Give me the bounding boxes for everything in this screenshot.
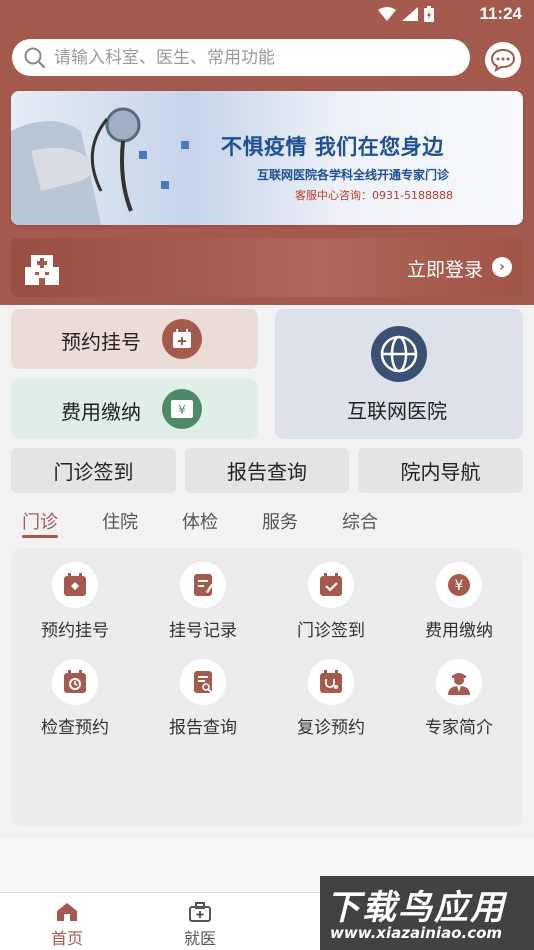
fee-card-label: 费用缴纳 xyxy=(61,400,141,424)
grid-label: 门诊签到 xyxy=(297,621,365,641)
stethoscope-calendar-icon xyxy=(308,659,354,705)
doctor-icon xyxy=(436,659,482,705)
tab-inpatient[interactable]: 住院 xyxy=(102,508,138,534)
tab-general[interactable]: 综合 xyxy=(342,508,378,534)
banner-title: 不惧疫情 我们在您身边 xyxy=(221,135,444,159)
banner-subtitle: 互联网医院各学科全线开通专家门诊 xyxy=(257,168,450,182)
signal-icon xyxy=(402,7,418,21)
yuan-card-icon: ¥ xyxy=(162,389,202,429)
yuan-icon: ¥ xyxy=(436,562,482,608)
nav-home-label: 首页 xyxy=(50,929,83,948)
tab-checkup[interactable]: 体检 xyxy=(182,508,218,534)
svg-text:¥: ¥ xyxy=(178,403,186,417)
grid-item-followup[interactable]: 复诊预约 xyxy=(267,659,395,738)
tab-service[interactable]: 服务 xyxy=(262,508,298,534)
chat-bubble-icon xyxy=(490,48,516,72)
svg-text:¥: ¥ xyxy=(455,578,464,594)
grid-label: 检查预约 xyxy=(41,718,109,738)
internet-hospital-label: 互联网医院 xyxy=(347,399,447,423)
appointment-card[interactable]: 预约挂号 xyxy=(11,309,258,369)
globe-icon xyxy=(371,326,427,382)
message-button[interactable] xyxy=(485,42,521,78)
internet-hospital-card[interactable]: 互联网医院 xyxy=(275,309,523,439)
grid-item-experts[interactable]: 专家简介 xyxy=(395,659,523,738)
appointment-card-label: 预约挂号 xyxy=(61,330,141,354)
hospital-building-icon xyxy=(25,255,59,285)
banner-hotline: 客服中心咨询：0931-5188888 xyxy=(295,189,453,202)
nav-medical[interactable]: 就医 xyxy=(160,899,240,949)
watermark-url: www.xiazainiao.com xyxy=(330,924,503,942)
fee-payment-card[interactable]: 费用缴纳 ¥ xyxy=(11,379,258,439)
quick-report-button[interactable]: 报告查询 xyxy=(185,448,349,493)
grid-item-registration-records[interactable]: 挂号记录 xyxy=(139,562,267,641)
grid-item-checkin[interactable]: 门诊签到 xyxy=(267,562,395,641)
function-grid: 预约挂号 挂号记录 门诊签到 ¥ 费用缴纳 检查预约 报告查询 复诊预约 专家简… xyxy=(11,548,523,827)
grid-item-report-query[interactable]: 报告查询 xyxy=(139,659,267,738)
grid-item-fee[interactable]: ¥ 费用缴纳 xyxy=(395,562,523,641)
status-time: 11:24 xyxy=(479,4,522,23)
search-icon xyxy=(24,47,46,68)
grid-item-exam-appointment[interactable]: 检查预约 xyxy=(11,659,139,738)
home-icon xyxy=(27,899,107,925)
status-bar: 11:24 xyxy=(0,0,534,28)
grid-label: 报告查询 xyxy=(169,718,237,738)
grid-label: 挂号记录 xyxy=(169,621,237,641)
edit-record-icon xyxy=(180,562,226,608)
chevron-right-icon: › xyxy=(492,257,512,277)
active-tab-indicator xyxy=(22,535,58,538)
grid-label: 费用缴纳 xyxy=(425,621,493,641)
quick-navigation-button[interactable]: 院内导航 xyxy=(358,448,523,493)
grid-label: 预约挂号 xyxy=(41,621,109,641)
search-input[interactable] xyxy=(54,47,454,68)
doctor-stethoscope-image xyxy=(11,107,189,225)
login-bar[interactable]: 立即登录 › xyxy=(11,238,523,297)
category-tabs: 门诊 住院 体检 服务 综合 xyxy=(0,500,534,540)
tab-outpatient[interactable]: 门诊 xyxy=(22,508,58,534)
report-search-icon xyxy=(180,659,226,705)
calendar-clock-icon xyxy=(52,659,98,705)
search-bar[interactable] xyxy=(12,39,470,76)
grid-label: 专家简介 xyxy=(425,718,493,738)
nav-medical-label: 就医 xyxy=(183,929,216,948)
grid-item-appointment[interactable]: 预约挂号 xyxy=(11,562,139,641)
watermark-title: 下载鸟应用 xyxy=(326,888,506,928)
watermark-overlay: 下载鸟应用 www.xiazainiao.com xyxy=(320,876,534,950)
nav-home[interactable]: 首页 xyxy=(27,899,107,949)
battery-icon xyxy=(424,6,434,22)
status-icons xyxy=(378,6,434,22)
promo-banner[interactable]: 不惧疫情 我们在您身边 互联网医院各学科全线开通专家门诊 客服中心咨询：0931… xyxy=(11,91,523,225)
calendar-plus-icon xyxy=(162,319,202,359)
calendar-plus-icon xyxy=(52,562,98,608)
medical-kit-icon xyxy=(160,899,240,925)
calendar-check-icon xyxy=(308,562,354,608)
login-label: 立即登录 xyxy=(406,259,483,281)
quick-checkin-button[interactable]: 门诊签到 xyxy=(11,448,176,493)
wifi-icon xyxy=(378,7,396,21)
grid-label: 复诊预约 xyxy=(297,718,365,738)
